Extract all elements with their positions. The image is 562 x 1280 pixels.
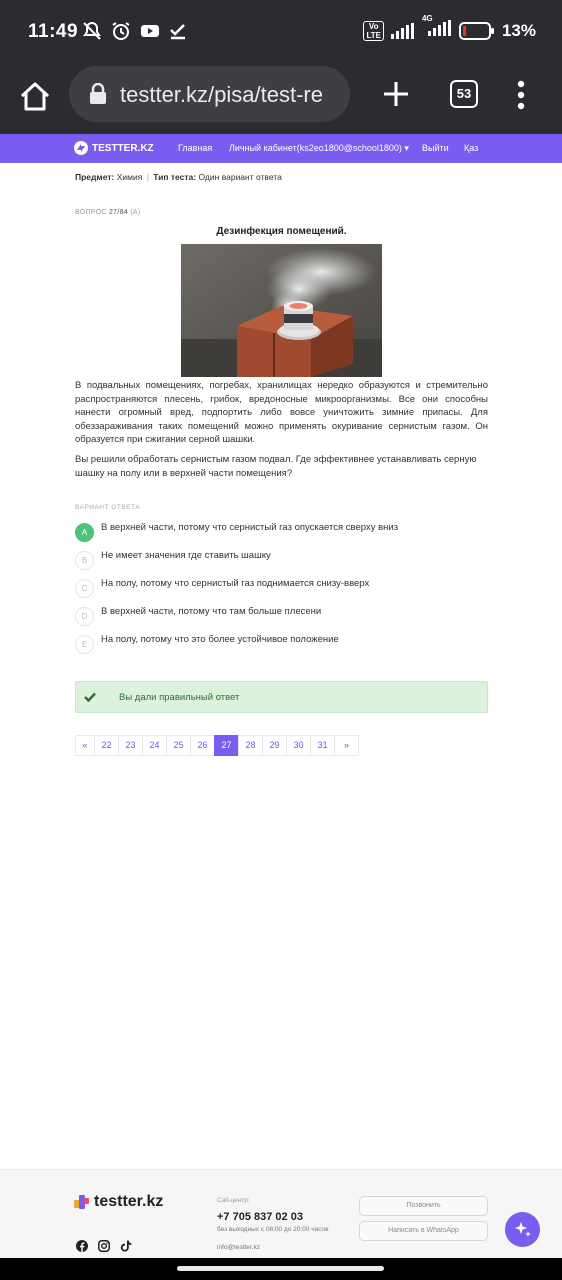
footer-logo-text: testter.kz: [94, 1193, 164, 1210]
call-center-hours: без выходных с 08:00 до 20:00 часов: [217, 1226, 329, 1233]
subject-line: Предмет: Химия | Тип теста: Один вариант…: [75, 172, 282, 182]
call-center-label: Call-центр:: [217, 1197, 250, 1204]
option-text[interactable]: Не имеет значения где ставить шашку: [101, 550, 271, 561]
signal-icon: [390, 22, 414, 39]
answer-option-a[interactable]: A В верхней части, потому что сернистый …: [75, 522, 488, 545]
answer-option-c[interactable]: C На полу, потому что сернистый газ подн…: [75, 578, 488, 601]
option-text[interactable]: В верхней части, потому что там больше п…: [101, 606, 321, 617]
new-tab-icon[interactable]: [381, 79, 411, 109]
status-right-icons: Vo LTE 4G 13%: [363, 14, 536, 41]
browser-toolbar: testter.kz/pisa/test-re 53: [0, 66, 562, 134]
question-suffix: (А): [130, 209, 141, 216]
home-icon[interactable]: [18, 80, 52, 114]
question-prefix: ВОПРОС: [75, 209, 107, 216]
pagination-next[interactable]: »: [334, 735, 359, 756]
status-notification-icons: [82, 21, 187, 41]
volte-icon: Vo LTE: [363, 20, 384, 41]
muted-bell-icon: [83, 21, 101, 40]
youtube-icon: [141, 25, 159, 37]
battery-icon: [458, 21, 494, 40]
site-brand[interactable]: TESTTER.KZ: [74, 141, 154, 155]
contact-email[interactable]: info@testter.kz: [217, 1244, 260, 1251]
nav-link-language[interactable]: Қаз: [464, 143, 478, 153]
nav-link-logout[interactable]: Выйти: [422, 143, 449, 153]
separator: |: [146, 172, 149, 182]
pagination-page[interactable]: 25: [166, 735, 191, 756]
answer-option-b[interactable]: B Не имеет значения где ставить шашку: [75, 550, 488, 573]
question-text: В подвальных помещениях, погребах, храни…: [75, 380, 488, 445]
alarm-icon: [112, 22, 130, 40]
option-letter[interactable]: D: [75, 607, 94, 626]
sparkle-icon: [514, 1221, 531, 1237]
testter-logo-icon: [74, 1195, 89, 1209]
option-text[interactable]: В верхней части, потому что сернистый га…: [101, 522, 398, 533]
address-bar[interactable]: testter.kz/pisa/test-re: [69, 66, 350, 122]
instagram-icon[interactable]: [98, 1240, 110, 1252]
site-navbar: TESTTER.KZ Главная Личный кабинет(ks2eo1…: [0, 134, 562, 163]
pagination-page[interactable]: 23: [118, 735, 143, 756]
pagination-page-current[interactable]: 27: [214, 735, 239, 756]
question-pagination: « 22 23 24 25 26 27 28 29 30 31 »: [75, 735, 359, 756]
call-center-phone[interactable]: +7 705 837 02 03: [217, 1211, 303, 1223]
footer-logo[interactable]: testter.kz: [74, 1193, 163, 1211]
pagination-prev[interactable]: «: [75, 735, 95, 756]
option-letter[interactable]: E: [75, 635, 94, 654]
brand-name: TESTTER.KZ: [92, 142, 154, 154]
option-letter[interactable]: C: [75, 579, 94, 598]
call-button[interactable]: Позвонить: [359, 1196, 488, 1216]
system-navigation-bar: [0, 1258, 562, 1280]
question-number: 27/84: [108, 209, 129, 216]
subject-label: Предмет:: [75, 172, 115, 182]
pagination-page[interactable]: 30: [286, 735, 311, 756]
option-letter[interactable]: A: [75, 523, 94, 542]
pagination-page[interactable]: 26: [190, 735, 215, 756]
answer-option-d[interactable]: D В верхней части, потому что там больше…: [75, 606, 488, 629]
nav-link-cabinet[interactable]: Личный кабинет(ks2eo1800@school1800) ▾: [229, 143, 409, 154]
option-text[interactable]: На полу, потому что это более устойчивое…: [101, 634, 339, 645]
test-type-value: Один вариант ответа: [198, 172, 282, 182]
check-icon: [84, 692, 96, 702]
network-type: 4G: [421, 14, 433, 23]
question-title: Дезинфекция помещений.: [216, 226, 347, 237]
url-text[interactable]: testter.kz/pisa/test-re: [120, 82, 344, 108]
subject-value: Химия: [116, 172, 143, 182]
answer-option-e[interactable]: E На полу, потому что это более устойчив…: [75, 634, 488, 657]
answers-label: ВАРИАНТ ОТВЕТА: [75, 504, 141, 511]
option-text[interactable]: На полу, потому что сернистый газ подним…: [101, 578, 369, 589]
option-letter[interactable]: B: [75, 551, 94, 570]
facebook-icon[interactable]: [76, 1240, 88, 1252]
tab-switcher-button[interactable]: 53: [450, 80, 478, 108]
nav-link-home[interactable]: Главная: [178, 143, 212, 153]
whatsapp-button[interactable]: Написать в WhatsApp: [359, 1221, 488, 1241]
battery-percentage: 13%: [501, 20, 536, 40]
test-type-label: Тип теста:: [153, 172, 197, 182]
status-time: 11:49: [28, 21, 79, 42]
pagination-page[interactable]: 31: [310, 735, 335, 756]
pagination-page[interactable]: 24: [142, 735, 167, 756]
result-alert: Вы дали правильный ответ: [75, 681, 488, 713]
result-message: Вы дали правильный ответ: [119, 692, 240, 703]
tiktok-icon[interactable]: [120, 1240, 132, 1252]
pagination-page[interactable]: 28: [238, 735, 263, 756]
question-counter: ВОПРОС 27/84 (А): [75, 209, 141, 216]
question-prompt: Вы решили обработать сернистым газом под…: [75, 454, 477, 479]
lock-icon: [90, 83, 106, 104]
signal-4g-icon: 4G: [422, 14, 452, 41]
status-bar: 11:49 Vo LTE 4G 13%: [0, 0, 562, 66]
more-menu-icon[interactable]: [516, 80, 526, 110]
question-image: [181, 244, 382, 377]
pagination-page[interactable]: 22: [94, 735, 119, 756]
gesture-handle[interactable]: [177, 1266, 384, 1271]
ai-assistant-button[interactable]: [505, 1212, 540, 1247]
checkmark-download-icon: [170, 24, 185, 40]
social-links: [76, 1240, 132, 1252]
pagination-page[interactable]: 29: [262, 735, 287, 756]
testter-logo-icon: [74, 141, 88, 155]
sulfur-candle-photo: [181, 244, 382, 377]
